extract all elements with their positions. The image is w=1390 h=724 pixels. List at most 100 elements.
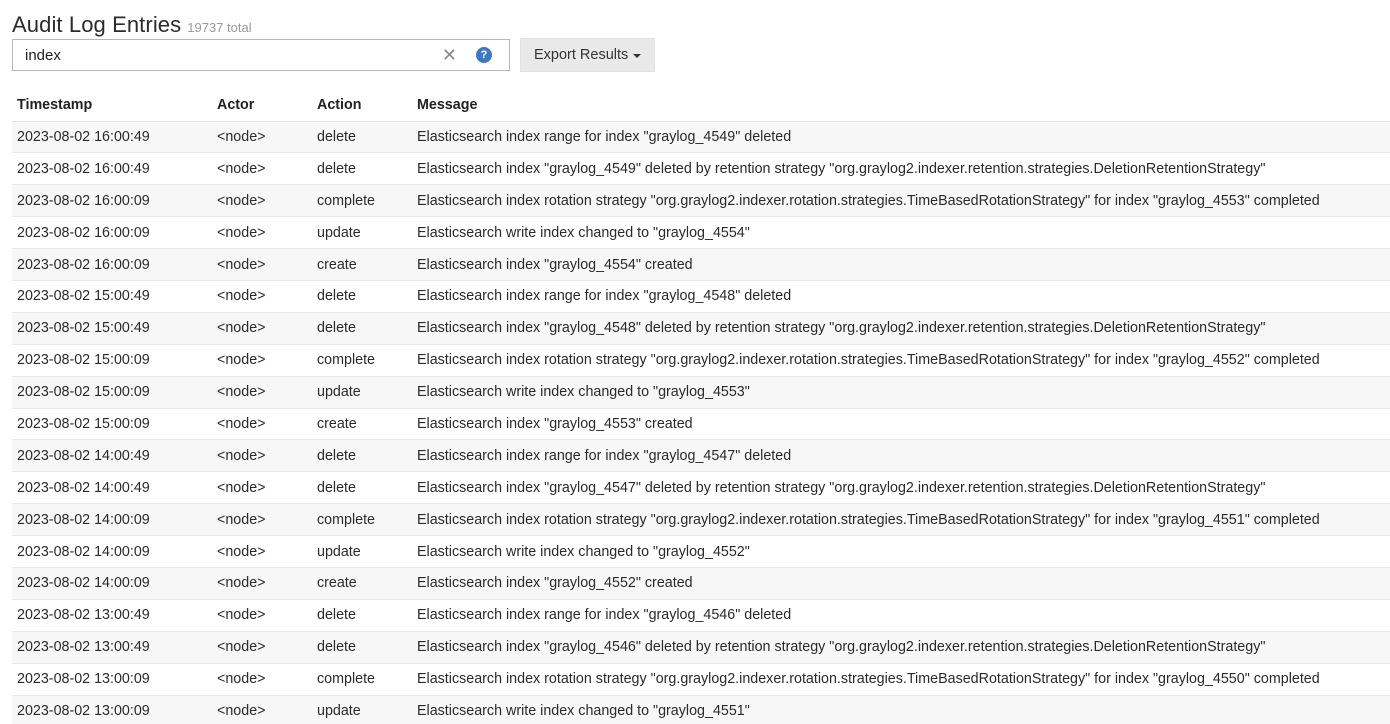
cell-message: Elasticsearch index rotation strategy "o… (412, 663, 1390, 696)
cell-timestamp: 2023-08-02 16:00:09 (12, 216, 212, 250)
cell-timestamp: 2023-08-02 15:00:09 (12, 408, 212, 441)
cell-timestamp: 2023-08-02 13:00:49 (12, 599, 212, 632)
table-row[interactable]: 2023-08-02 14:00:09 <node> create Elasti… (12, 567, 1390, 600)
table-row[interactable]: 2023-08-02 14:00:49 <node> delete Elasti… (12, 439, 1390, 473)
cell-action: delete (312, 439, 412, 473)
cell-message: Elasticsearch index "graylog_4547" delet… (412, 471, 1390, 505)
cell-action: update (312, 376, 412, 409)
cell-actor: <node> (212, 344, 312, 377)
cell-action: update (312, 216, 412, 250)
cell-action: delete (312, 631, 412, 664)
table-body: 2023-08-02 16:00:49 <node> delete Elasti… (12, 121, 1390, 724)
cell-action: create (312, 408, 412, 441)
search-input[interactable] (13, 40, 433, 70)
export-results-button[interactable]: Export Results (520, 38, 656, 72)
cell-timestamp: 2023-08-02 15:00:09 (12, 376, 212, 409)
table-row[interactable]: 2023-08-02 13:00:49 <node> delete Elasti… (12, 599, 1390, 632)
table-row[interactable]: 2023-08-02 15:00:49 <node> delete Elasti… (12, 312, 1390, 345)
table-row[interactable]: 2023-08-02 16:00:09 <node> update Elasti… (12, 216, 1390, 250)
table-row[interactable]: 2023-08-02 15:00:09 <node> complete Elas… (12, 344, 1390, 377)
table-row[interactable]: 2023-08-02 13:00:49 <node> delete Elasti… (12, 631, 1390, 664)
table-row[interactable]: 2023-08-02 16:00:49 <node> delete Elasti… (12, 121, 1390, 154)
cell-actor: <node> (212, 121, 312, 154)
table-row[interactable]: 2023-08-02 14:00:09 <node> complete Elas… (12, 503, 1390, 537)
table-row[interactable]: 2023-08-02 16:00:49 <node> delete Elasti… (12, 152, 1390, 186)
close-icon[interactable]: ✕ (442, 45, 457, 65)
cell-timestamp: 2023-08-02 13:00:49 (12, 631, 212, 664)
cell-action: create (312, 248, 412, 281)
page-title: Audit Log Entries (12, 12, 182, 37)
cell-action: create (312, 567, 412, 600)
cell-actor: <node> (212, 280, 312, 313)
total-count: 19737 total (187, 20, 252, 35)
cell-message: Elasticsearch write index changed to "gr… (412, 376, 1390, 409)
cell-actor: <node> (212, 471, 312, 505)
column-header-timestamp[interactable]: Timestamp (12, 90, 212, 122)
column-header-action[interactable]: Action (312, 90, 412, 122)
cell-timestamp: 2023-08-02 14:00:49 (12, 439, 212, 473)
cell-message: Elasticsearch index rotation strategy "o… (412, 184, 1390, 218)
cell-timestamp: 2023-08-02 13:00:09 (12, 663, 212, 696)
table-row[interactable]: 2023-08-02 16:00:09 <node> create Elasti… (12, 248, 1390, 281)
cell-actor: <node> (212, 408, 312, 441)
cell-message: Elasticsearch index "graylog_4553" creat… (412, 408, 1390, 441)
cell-message: Elasticsearch write index changed to "gr… (412, 535, 1390, 568)
cell-action: complete (312, 663, 412, 696)
cell-timestamp: 2023-08-02 14:00:49 (12, 471, 212, 505)
table-row[interactable]: 2023-08-02 13:00:09 <node> complete Elas… (12, 663, 1390, 696)
table-row[interactable]: 2023-08-02 15:00:09 <node> update Elasti… (12, 376, 1390, 409)
cell-message: Elasticsearch index "graylog_4552" creat… (412, 567, 1390, 600)
cell-message: Elasticsearch index "graylog_4548" delet… (412, 312, 1390, 345)
cell-actor: <node> (212, 663, 312, 696)
cell-actor: <node> (212, 248, 312, 281)
cell-action: complete (312, 503, 412, 537)
help-icon[interactable]: ? (476, 47, 492, 63)
cell-message: Elasticsearch write index changed to "gr… (412, 216, 1390, 250)
cell-timestamp: 2023-08-02 16:00:49 (12, 152, 212, 186)
export-results-label: Export Results (534, 47, 629, 63)
cell-actor: <node> (212, 567, 312, 600)
cell-actor: <node> (212, 695, 312, 724)
cell-actor: <node> (212, 376, 312, 409)
cell-action: delete (312, 152, 412, 186)
cell-action: update (312, 695, 412, 724)
cell-message: Elasticsearch index range for index "gra… (412, 599, 1390, 632)
cell-timestamp: 2023-08-02 14:00:09 (12, 567, 212, 600)
cell-message: Elasticsearch index rotation strategy "o… (412, 344, 1390, 377)
table-row[interactable]: 2023-08-02 13:00:09 <node> update Elasti… (12, 695, 1390, 724)
table-row[interactable]: 2023-08-02 14:00:49 <node> delete Elasti… (12, 471, 1390, 505)
table-row[interactable]: 2023-08-02 16:00:09 <node> complete Elas… (12, 184, 1390, 218)
search-controls: ✕ ? Export Results (12, 38, 656, 72)
cell-message: Elasticsearch write index changed to "gr… (412, 695, 1390, 724)
cell-action: update (312, 535, 412, 568)
table-row[interactable]: 2023-08-02 14:00:09 <node> update Elasti… (12, 535, 1390, 568)
cell-actor: <node> (212, 216, 312, 250)
cell-timestamp: 2023-08-02 15:00:09 (12, 344, 212, 377)
cell-actor: <node> (212, 184, 312, 218)
caret-down-icon (633, 54, 642, 58)
column-header-message[interactable]: Message (412, 90, 1390, 122)
cell-message: Elasticsearch index range for index "gra… (412, 121, 1390, 154)
search-box: ✕ ? (12, 39, 510, 71)
page-header: Audit Log Entries 19737 total (12, 12, 252, 38)
table-row[interactable]: 2023-08-02 15:00:49 <node> delete Elasti… (12, 280, 1390, 313)
cell-message: Elasticsearch index "graylog_4546" delet… (412, 631, 1390, 664)
table-header-row: Timestamp Actor Action Message (12, 90, 1390, 122)
cell-timestamp: 2023-08-02 15:00:49 (12, 280, 212, 313)
cell-message: Elasticsearch index range for index "gra… (412, 280, 1390, 313)
cell-message: Elasticsearch index range for index "gra… (412, 439, 1390, 473)
cell-timestamp: 2023-08-02 14:00:09 (12, 503, 212, 537)
cell-action: delete (312, 599, 412, 632)
cell-action: delete (312, 471, 412, 505)
cell-timestamp: 2023-08-02 13:00:09 (12, 695, 212, 724)
cell-actor: <node> (212, 312, 312, 345)
audit-log-table: Timestamp Actor Action Message 2023-08-0… (12, 90, 1390, 724)
cell-actor: <node> (212, 439, 312, 473)
cell-actor: <node> (212, 535, 312, 568)
table-row[interactable]: 2023-08-02 15:00:09 <node> create Elasti… (12, 408, 1390, 441)
cell-timestamp: 2023-08-02 16:00:09 (12, 248, 212, 281)
cell-action: delete (312, 121, 412, 154)
cell-timestamp: 2023-08-02 16:00:49 (12, 121, 212, 154)
cell-action: delete (312, 280, 412, 313)
column-header-actor[interactable]: Actor (212, 90, 312, 122)
